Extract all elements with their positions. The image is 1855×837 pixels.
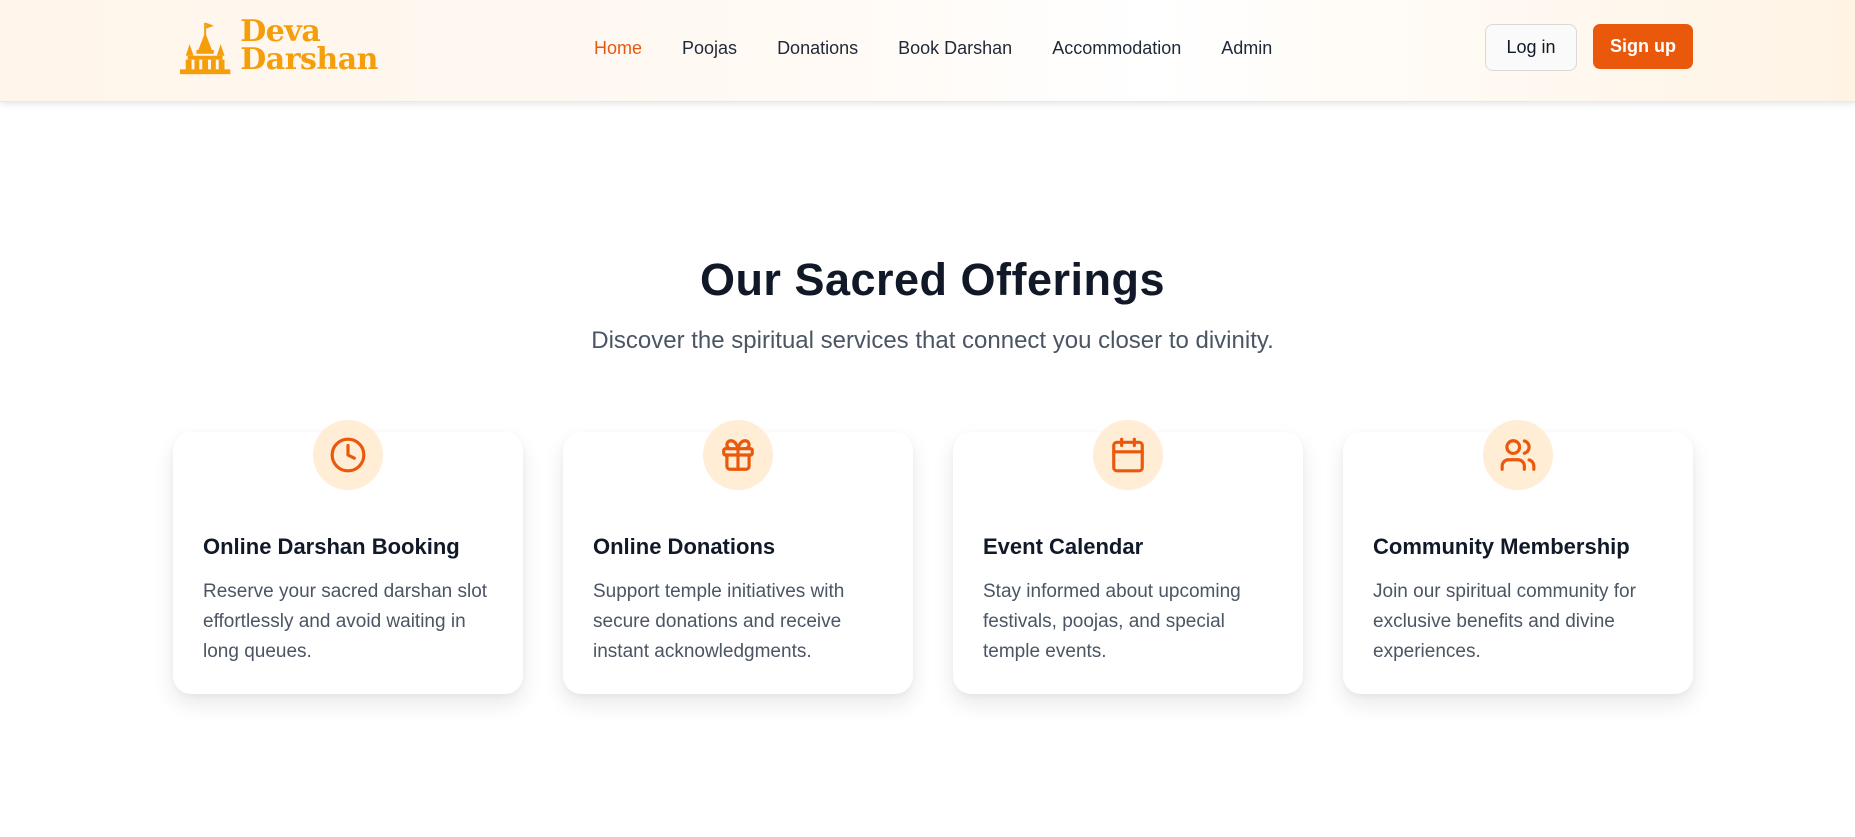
nav-link-accommodation[interactable]: Accommodation bbox=[1052, 38, 1181, 59]
offering-card-community-membership[interactable]: Community Membership Join our spiritual … bbox=[1343, 420, 1693, 694]
card-title: Online Darshan Booking bbox=[203, 534, 460, 559]
nav-link-home[interactable]: Home bbox=[594, 38, 642, 59]
main-nav: Home Poojas Donations Book Darshan Accom… bbox=[594, 38, 1272, 59]
card-description: Support temple initiatives with secure d… bbox=[593, 581, 845, 662]
card-description: Join our spiritual community for exclusi… bbox=[1373, 581, 1636, 662]
nav-link-book-darshan[interactable]: Book Darshan bbox=[898, 38, 1012, 59]
card-title: Online Donations bbox=[593, 534, 776, 559]
section-subtitle: Discover the spiritual services that con… bbox=[591, 327, 1274, 354]
card-title: Community Membership bbox=[1373, 534, 1630, 559]
users-icon bbox=[1483, 420, 1553, 490]
login-button[interactable]: Log in bbox=[1485, 24, 1577, 71]
brand-line-2: Darshan bbox=[240, 42, 378, 77]
offering-card-darshan-booking[interactable]: Online Darshan Booking Reserve your sacr… bbox=[173, 420, 523, 694]
nav-link-poojas[interactable]: Poojas bbox=[682, 38, 737, 59]
section-title: Our Sacred Offerings bbox=[699, 254, 1166, 305]
card-description: Reserve your sacred darshan slot effortl… bbox=[203, 581, 488, 662]
brand-logo[interactable]: Deva Darshan bbox=[178, 15, 378, 77]
calendar-icon bbox=[1093, 420, 1163, 490]
nav-link-admin[interactable]: Admin bbox=[1221, 38, 1272, 59]
card-title: Event Calendar bbox=[983, 534, 1144, 559]
gift-icon bbox=[703, 420, 773, 490]
temple-icon bbox=[179, 22, 231, 75]
card-description: Stay informed about upcoming festivals, … bbox=[983, 581, 1241, 662]
offering-card-event-calendar[interactable]: Event Calendar Stay informed about upcom… bbox=[953, 420, 1303, 694]
signup-button[interactable]: Sign up bbox=[1593, 24, 1693, 69]
nav-link-donations[interactable]: Donations bbox=[777, 38, 858, 59]
clock-icon bbox=[313, 420, 383, 490]
offering-card-donations[interactable]: Online Donations Support temple initiati… bbox=[563, 420, 913, 694]
site-header: Deva Darshan Home Poojas Donations Book … bbox=[0, 0, 1855, 102]
brand-name: Deva Darshan bbox=[240, 17, 378, 77]
